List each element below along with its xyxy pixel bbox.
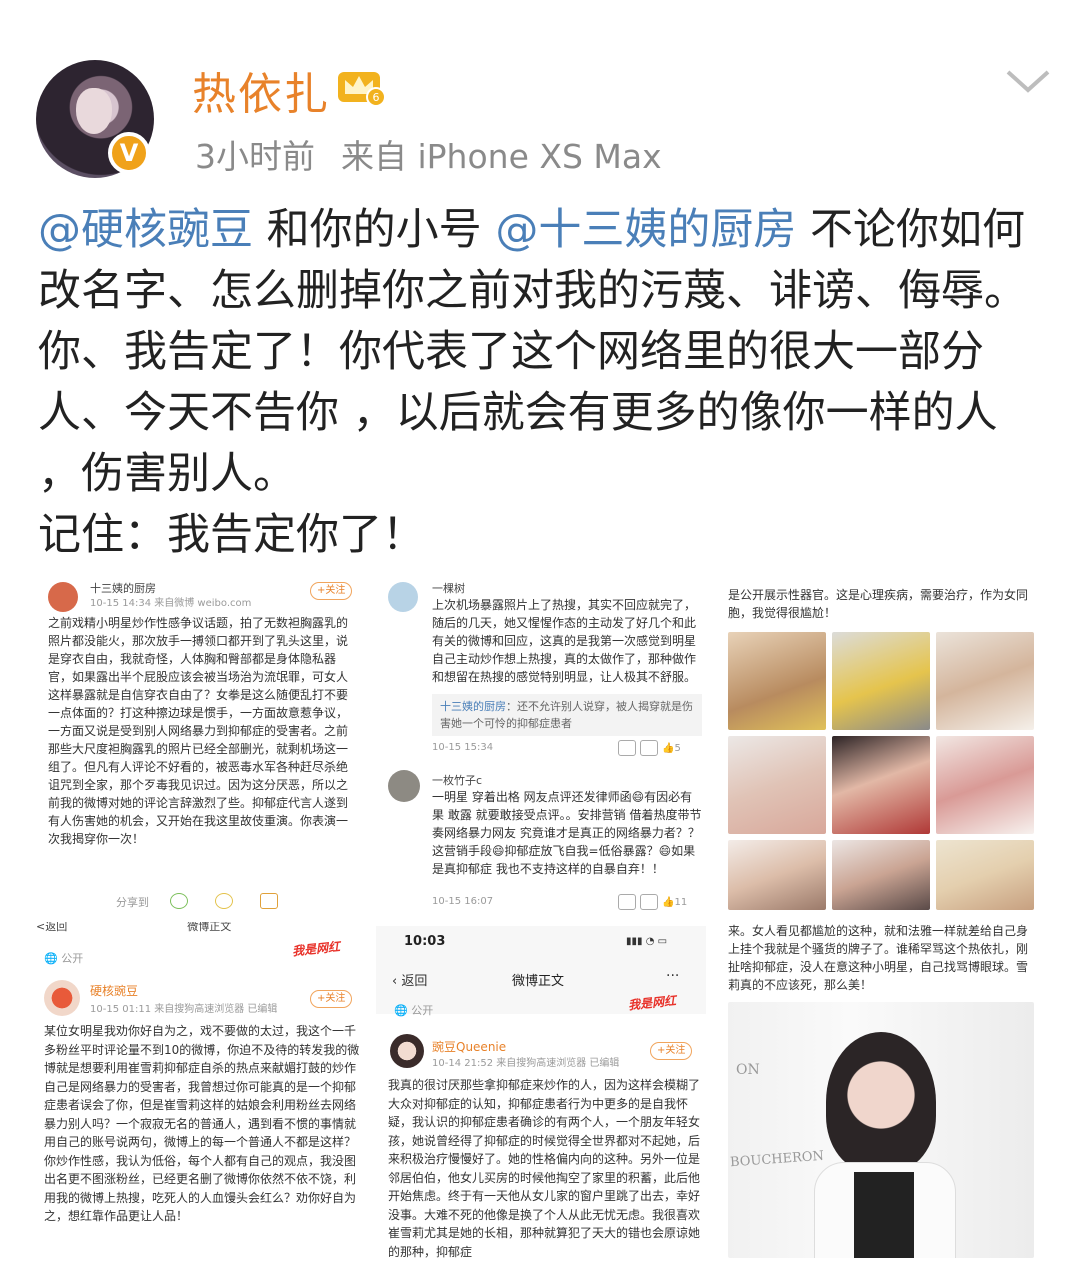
page-title: 微博正文 (512, 974, 565, 989)
avatar (48, 582, 78, 612)
share-icon (618, 740, 636, 756)
post-body: @硬核豌豆 和你的小号 @十三姨的厨房 不论你如何改名字、怎么删掉你之前对我的污… (38, 200, 1048, 566)
moments-icon (215, 892, 234, 909)
status-clock: 10:03 (404, 934, 446, 949)
chevron-down-icon[interactable] (1004, 66, 1052, 96)
post-line-2: 记住：我告定你了！ (38, 510, 425, 560)
photo[interactable] (832, 736, 930, 834)
comment-text: 是公开展示性器官。这是心理疾病，需要治疗，作为女同胞，我觉得很尴尬！ (728, 588, 1029, 620)
screenshot-post-e: 10:03 ▮▮▮ ◔ ▭ ‹ 返回 微博正文 ··· 🌐 公开 我是网红 豌豆… (376, 926, 706, 1262)
comment-actions[interactable]: 👍11 (618, 894, 687, 910)
watermark-stamp: 我是网红 (291, 939, 341, 959)
follow-button[interactable]: +关注 (310, 990, 353, 1008)
mention-link[interactable]: @十三姨的厨房 (495, 205, 796, 255)
post-source: 来自 iPhone XS Max (341, 137, 662, 176)
screenshot-comment-a: 十三姨的厨房 10-15 14:34 来自微博 weibo.com +关注 之前… (44, 578, 362, 918)
like-icon: 👍 (662, 897, 675, 908)
share-icons[interactable] (170, 890, 282, 909)
follow-button[interactable]: +关注 (310, 582, 353, 600)
screenshot-post-d: <返回 微博正文 🌐 公开 我是网红 硬核豌豆 10-15 01:11 来自搜狗高… (36, 922, 366, 1262)
svg-text:6: 6 (373, 91, 380, 104)
comment-icon (640, 740, 658, 756)
public-label: 🌐 公开 (44, 952, 84, 965)
mention-link[interactable]: @硬核豌豆 (38, 205, 253, 255)
tab-bar-cropped: <返回 微博正文 (36, 922, 232, 933)
avatar (388, 770, 420, 802)
photo[interactable] (832, 840, 930, 910)
photo[interactable] (832, 632, 930, 730)
post-text: 某位女明星我劝你好自为之，戏不要做的太过，我这个一千多粉丝平时评论量不到10的微… (44, 1024, 360, 1223)
screenshot-comment-b: 一棵树 上次机场暴露照片上了热搜，其实不回应就完了，随后的几天，她又惺惺作态的主… (384, 578, 706, 918)
author-name[interactable]: 豌豆Queenie (432, 1038, 506, 1055)
photo[interactable] (728, 736, 826, 834)
save-icon (260, 892, 279, 909)
vip-crown-icon: 6 (338, 72, 386, 106)
comment-icon (640, 894, 658, 910)
like-icon: 👍 (662, 743, 675, 754)
photo[interactable] (936, 736, 1034, 834)
status-icons: ▮▮▮ ◔ ▭ (626, 936, 668, 947)
back-button[interactable]: ‹ 返回 (392, 970, 427, 989)
post-text: 我真的很讨厌那些拿抑郁症来炒作的人，因为这样会模糊了大众对抑郁症的认知，抑郁症患… (388, 1078, 701, 1259)
share-label: 分享到 (116, 896, 149, 909)
username[interactable]: 热依扎 (192, 58, 330, 122)
comment-actions[interactable]: 👍5 (618, 740, 681, 756)
avatar (44, 980, 80, 1016)
comment-text: 之前戏精小明星炒作性感争议话题，拍了无数袒胸露乳的照片都没能火，那次放手一搏领口… (48, 616, 349, 846)
photo[interactable] (728, 840, 826, 910)
post-meta: 3小时前 来自 iPhone XS Max (195, 130, 662, 178)
photo[interactable] (936, 840, 1034, 910)
comment-text: 一明星 穿着出格 网友点评还发律师函😄有因必有果 敢露 就要敢接受点评。。安排营… (432, 790, 702, 876)
photo[interactable] (728, 632, 826, 730)
avatar (390, 1034, 424, 1068)
post-time: 3小时前 (195, 137, 315, 176)
verified-badge: V (108, 132, 150, 174)
comment-text: 来。女人看见都尴尬的这种，就和法雅一样就差给自己身上挂个我就是个骚货的牌子了。谁… (728, 924, 1029, 992)
public-label: 🌐 公开 (394, 1004, 434, 1017)
share-icon (618, 894, 636, 910)
author-name[interactable]: 硬核豌豆 (90, 982, 138, 999)
event-photo[interactable]: ON BOUCHERON (728, 1002, 1034, 1258)
photo[interactable] (936, 632, 1034, 730)
screenshot-photo-comment: 是公开展示性器官。这是心理疾病，需要治疗，作为女同胞，我觉得很尴尬！ 来。女人看… (726, 578, 1038, 1258)
quoted-comment: 十三姨的厨房：还不允许别人说穿，被人揭穿就是伤害她一个可怜的抑郁症患者 (432, 694, 702, 736)
follow-button[interactable]: +关注 (650, 1042, 693, 1060)
more-button[interactable]: ··· (666, 968, 679, 984)
avatar (388, 582, 418, 612)
wechat-icon (170, 892, 188, 909)
comment-text: 上次机场暴露照片上了热搜，其实不回应就完了，随后的几天，她又惺惺作态的主动发了好… (432, 598, 697, 684)
